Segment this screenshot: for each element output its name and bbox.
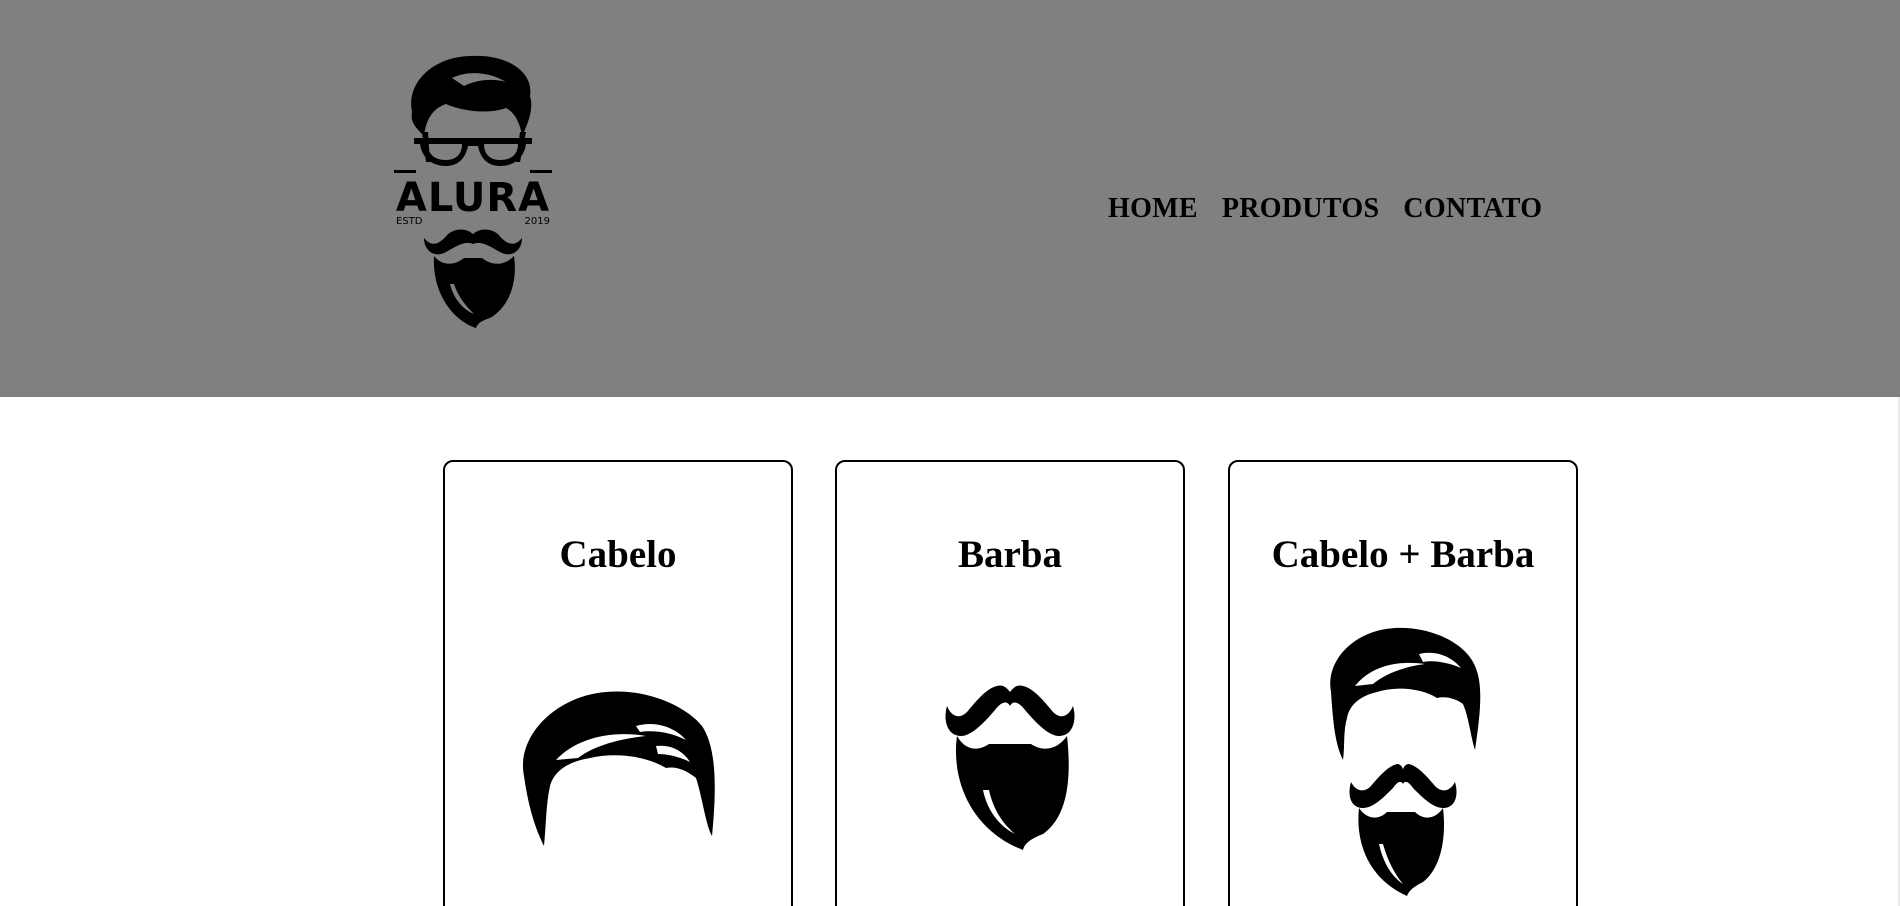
product-card-cabelo[interactable]: Cabelo <box>443 460 793 906</box>
product-card-cabelo-barba[interactable]: Cabelo + Barba <box>1228 460 1578 906</box>
nav-home-link[interactable]: HOME <box>1108 192 1198 226</box>
page: ALURA ESTD 2019 HOME PRODUTOS CONTATO Ca… <box>0 0 1900 906</box>
beard-icon <box>837 680 1183 850</box>
product-card-barba[interactable]: Barba <box>835 460 1185 906</box>
main-nav: HOME PRODUTOS CONTATO <box>1108 192 1542 226</box>
card-title: Cabelo + Barba <box>1271 533 1535 576</box>
hair-and-beard-icon <box>1230 626 1576 896</box>
alura-logo[interactable]: ALURA ESTD 2019 <box>394 52 552 328</box>
hair-icon <box>445 686 791 846</box>
card-title: Barba <box>957 533 1062 576</box>
nav-contato-link[interactable]: CONTATO <box>1403 192 1542 226</box>
site-header: ALURA ESTD 2019 HOME PRODUTOS CONTATO <box>0 0 1900 397</box>
logo-brand-text: ALURA <box>395 175 551 221</box>
card-title: Cabelo <box>559 533 677 576</box>
logo-year-text: 2019 <box>524 216 550 227</box>
logo-estd-text: ESTD <box>396 216 423 227</box>
nav-produtos-link[interactable]: PRODUTOS <box>1222 192 1379 226</box>
